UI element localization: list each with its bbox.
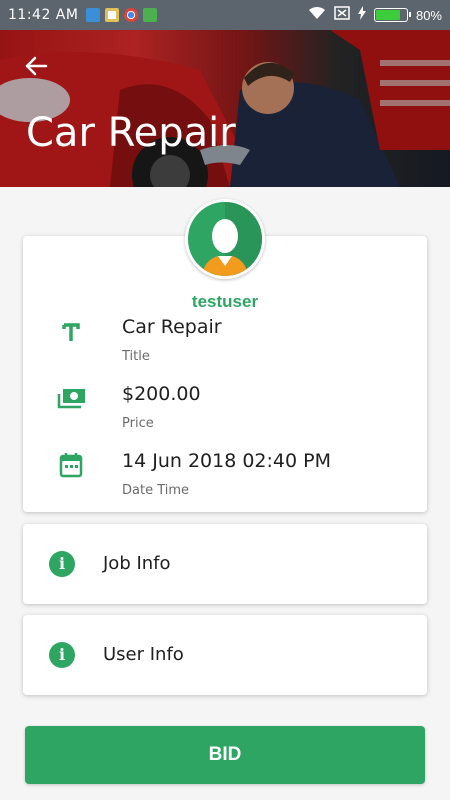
datetime-label: Date Time bbox=[122, 483, 190, 498]
hero-overlay bbox=[0, 30, 450, 187]
detail-datetime-row: 14 Jun 2018 02:40 PM Date Time bbox=[23, 446, 427, 502]
battery-percentage: 80% bbox=[415, 7, 442, 23]
user-info-section[interactable]: i User Info bbox=[23, 615, 427, 695]
status-time: 11:42 AM bbox=[8, 7, 79, 23]
battery-icon bbox=[373, 8, 411, 22]
title-t-icon bbox=[57, 318, 85, 346]
slack-icon bbox=[105, 8, 120, 22]
wifi-icon bbox=[308, 6, 326, 24]
price-value: $200.00 bbox=[122, 383, 201, 405]
price-label: Price bbox=[122, 416, 154, 431]
detail-price-row: $200.00 Price bbox=[23, 379, 427, 435]
chrome-icon bbox=[124, 8, 139, 22]
detail-title-row: Car Repair Title bbox=[23, 312, 427, 368]
no-sim-icon bbox=[334, 6, 350, 24]
username: testuser bbox=[191, 292, 259, 311]
job-info-label: Job Info bbox=[103, 553, 171, 574]
title-value: Car Repair bbox=[122, 316, 222, 338]
user-info-label: User Info bbox=[103, 644, 184, 665]
android-icon bbox=[143, 8, 158, 22]
page-title: Car Repair bbox=[26, 110, 236, 156]
title-label: Title bbox=[122, 349, 150, 364]
usb-icon bbox=[86, 8, 101, 22]
datetime-value: 14 Jun 2018 02:40 PM bbox=[122, 450, 331, 472]
charging-icon bbox=[357, 6, 366, 24]
back-arrow-icon[interactable] bbox=[22, 52, 50, 80]
header-banner: Car Repair bbox=[0, 30, 450, 187]
calendar-icon bbox=[57, 451, 85, 479]
person-silhouette-icon bbox=[202, 202, 262, 276]
money-icon bbox=[57, 385, 85, 413]
info-icon: i bbox=[49, 551, 75, 577]
avatar[interactable] bbox=[185, 199, 265, 279]
job-info-section[interactable]: i Job Info bbox=[23, 524, 427, 604]
bid-button[interactable]: BID bbox=[25, 726, 425, 784]
status-bar: 11:42 AM 80% bbox=[0, 0, 450, 30]
info-icon: i bbox=[49, 642, 75, 668]
